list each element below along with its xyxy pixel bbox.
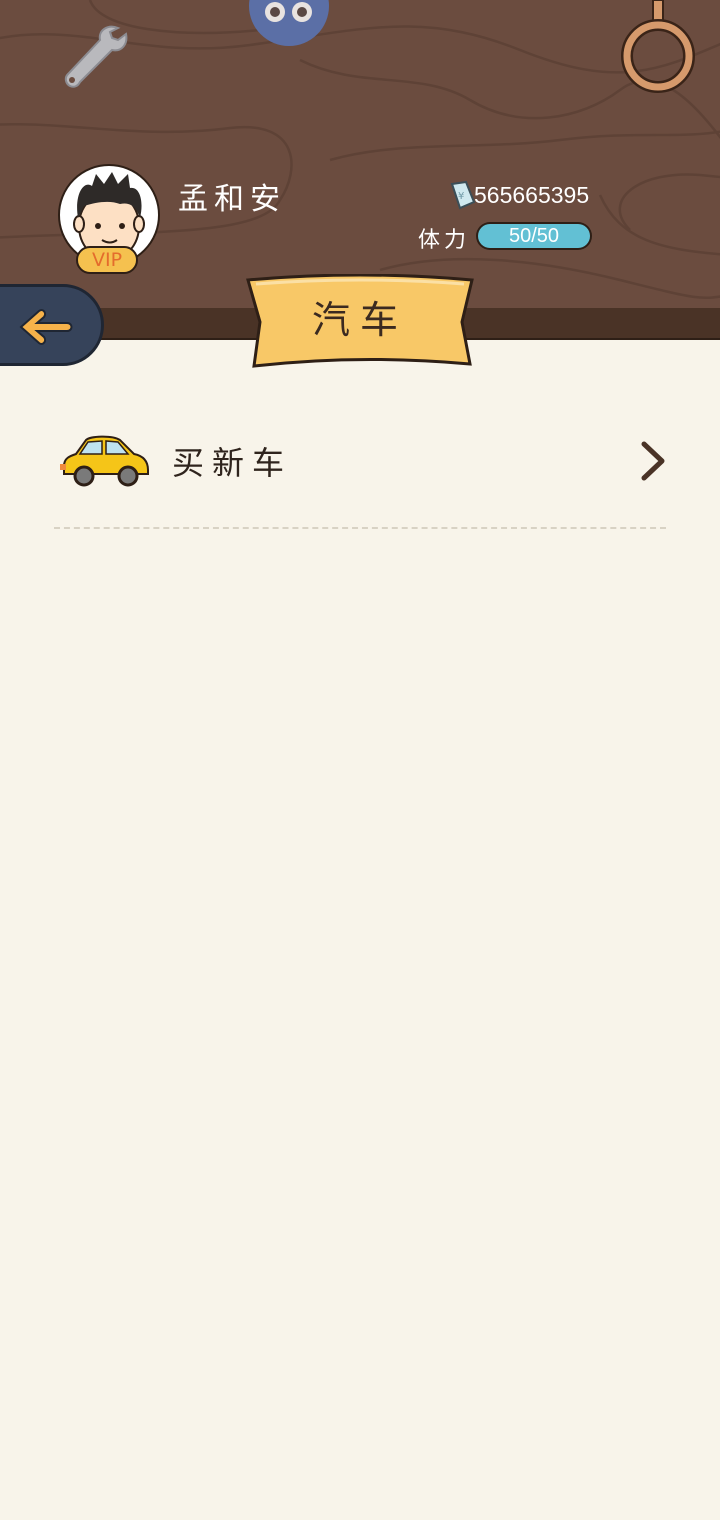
money-value: 565665395 — [474, 181, 590, 208]
ring-icon[interactable] — [620, 0, 700, 96]
svg-text:¥: ¥ — [458, 191, 464, 202]
money-display: ¥ 565665395 — [448, 180, 589, 210]
stamina-bar: 50/50 — [476, 222, 592, 250]
screen: VIP 孟和安 ¥ 565665395 体力 50/50 汽车 买新车 — [0, 0, 720, 1520]
list-divider — [54, 527, 666, 529]
stamina-label: 体力 — [418, 228, 471, 253]
back-arrow-icon — [19, 309, 73, 345]
money-icon: ¥ — [450, 180, 476, 210]
vip-badge: VIP — [76, 246, 138, 274]
chevron-right-icon — [641, 441, 665, 481]
wrench-icon[interactable] — [58, 18, 132, 92]
stamina-text: 50/50 — [508, 225, 560, 247]
list-item-buy-new-car[interactable]: 买新车 — [54, 412, 666, 512]
page-title: 汽车 — [311, 298, 408, 342]
monster-icon[interactable] — [246, 0, 332, 46]
list-item-label: 买新车 — [172, 444, 293, 482]
car-icon — [60, 435, 149, 487]
header: VIP 孟和安 ¥ 565665395 体力 50/50 — [0, 0, 720, 312]
username: 孟和安 — [178, 182, 286, 217]
back-button[interactable] — [0, 284, 104, 366]
